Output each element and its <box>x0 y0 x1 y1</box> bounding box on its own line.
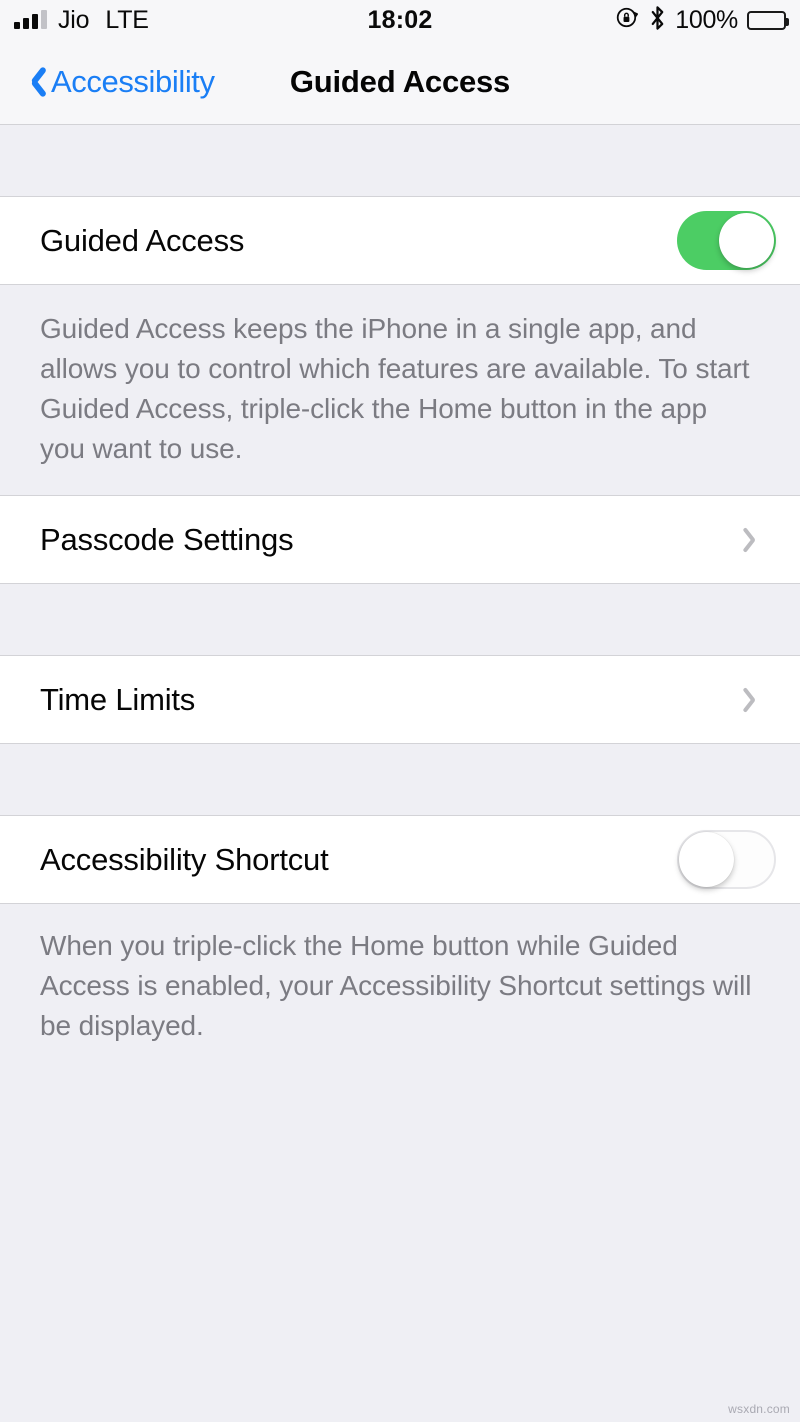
row-guided-access[interactable]: Guided Access <box>0 197 800 284</box>
bluetooth-icon <box>649 5 666 36</box>
iphone-settings-screen: Jio LTE 18:02 100% Accessibility Guided … <box>0 0 800 1422</box>
section-time-limits: Time Limits <box>0 655 800 744</box>
toggle-knob <box>679 832 734 887</box>
carrier-name: Jio <box>58 5 90 34</box>
row-passcode-settings-accessory <box>746 525 776 555</box>
back-button[interactable]: Accessibility <box>22 64 215 100</box>
row-guided-access-accessory <box>677 211 776 270</box>
network-type-label: LTE <box>105 5 149 34</box>
section-gap-1 <box>0 584 800 655</box>
section-passcode-settings: Passcode Settings <box>0 495 800 584</box>
rotation-lock-icon <box>615 5 640 35</box>
guided-access-toggle[interactable] <box>677 211 776 270</box>
back-button-label: Accessibility <box>51 64 215 99</box>
row-accessibility-shortcut-label: Accessibility Shortcut <box>40 841 329 877</box>
row-time-limits-accessory <box>746 685 776 715</box>
status-bar: Jio LTE 18:02 100% <box>0 0 800 40</box>
footer-guided-access: Guided Access keeps the iPhone in a sing… <box>40 313 750 464</box>
watermark: wsxdn.com <box>728 1402 790 1416</box>
row-guided-access-label: Guided Access <box>40 222 245 258</box>
toggle-knob <box>719 213 774 268</box>
section-guided-access: Guided Access <box>0 196 800 285</box>
cellular-signal-icon <box>14 10 47 29</box>
row-time-limits[interactable]: Time Limits <box>0 656 800 743</box>
navigation-bar: Accessibility Guided Access <box>0 40 800 125</box>
accessibility-shortcut-toggle[interactable] <box>677 830 776 889</box>
section-gap-top <box>0 125 800 196</box>
status-bar-left: Jio LTE <box>14 6 149 35</box>
row-accessibility-shortcut-accessory <box>677 830 776 889</box>
section-accessibility-shortcut: Accessibility Shortcut <box>0 815 800 904</box>
settings-content: Guided Access Guided Access keeps the iP… <box>0 125 800 1422</box>
footer-accessibility-shortcut: When you triple-click the Home button wh… <box>40 930 752 1041</box>
chevron-right-icon <box>746 685 762 715</box>
row-time-limits-label: Time Limits <box>40 681 196 717</box>
empty-area <box>0 1072 800 1422</box>
battery-percent-label: 100% <box>675 5 738 34</box>
chevron-right-icon <box>746 525 762 555</box>
battery-icon <box>747 10 789 30</box>
status-bar-right: 100% <box>615 5 789 36</box>
row-passcode-settings[interactable]: Passcode Settings <box>0 496 800 583</box>
row-passcode-settings-label: Passcode Settings <box>40 521 294 557</box>
chevron-left-icon <box>22 64 44 100</box>
section-gap-2 <box>0 744 800 815</box>
row-accessibility-shortcut[interactable]: Accessibility Shortcut <box>0 816 800 903</box>
